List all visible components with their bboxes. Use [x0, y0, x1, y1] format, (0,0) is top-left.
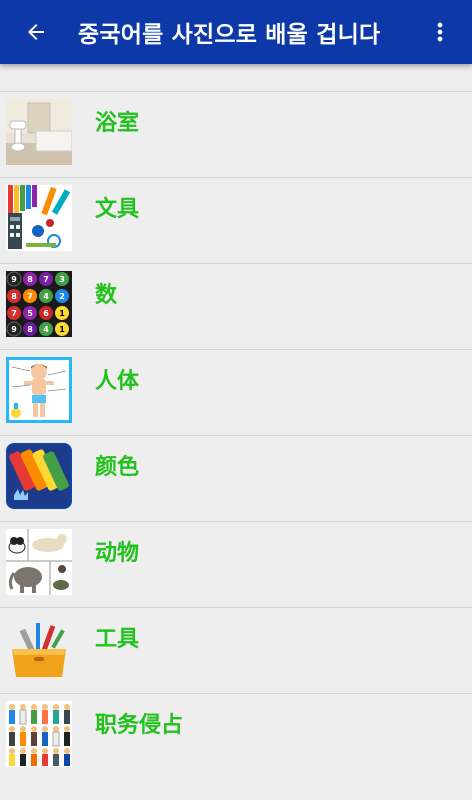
back-button[interactable] — [18, 16, 54, 48]
svg-text:1: 1 — [59, 309, 65, 318]
svg-text:7: 7 — [43, 275, 49, 284]
svg-text:1: 1 — [59, 325, 65, 334]
more-vert-icon — [437, 22, 443, 42]
stationery-icon — [6, 185, 72, 251]
arrow-left-icon — [28, 24, 44, 40]
svg-text:6: 6 — [43, 309, 49, 318]
list-item-occupations[interactable]: 职务侵占 — [0, 693, 472, 779]
category-label: 工具 — [95, 627, 140, 652]
overflow-menu-button[interactable] — [428, 16, 452, 48]
svg-text:4: 4 — [43, 325, 49, 334]
svg-text:8: 8 — [11, 292, 17, 301]
category-label: 颜色 — [95, 455, 140, 480]
svg-text:8: 8 — [27, 275, 33, 284]
svg-text:9: 9 — [11, 275, 17, 284]
category-label: 浴室 — [95, 111, 140, 136]
category-label: 数 — [95, 283, 118, 308]
svg-text:9: 9 — [11, 325, 17, 334]
bathroom-icon — [6, 99, 72, 165]
animals-icon — [6, 529, 72, 595]
human-body-icon — [6, 357, 72, 423]
list-item-human-body[interactable]: 人体 — [0, 349, 472, 435]
list-item-colors[interactable]: 颜色 — [0, 435, 472, 521]
svg-text:7: 7 — [27, 292, 33, 301]
list-item-bathroom[interactable]: 浴室 — [0, 91, 472, 177]
list-item-stationery[interactable]: 文具 — [0, 177, 472, 263]
category-list: 浴室 文具 9 8 7 3 8 7 4 2 7 5 6 1 9 8 4 1 数 … — [0, 91, 472, 779]
numbers-icon: 9 8 7 3 8 7 4 2 7 5 6 1 9 8 4 1 — [6, 271, 72, 337]
category-label: 文具 — [95, 197, 140, 222]
list-item-numbers[interactable]: 9 8 7 3 8 7 4 2 7 5 6 1 9 8 4 1 数 — [0, 263, 472, 349]
list-item-animals[interactable]: 动物 — [0, 521, 472, 607]
svg-text:4: 4 — [43, 292, 49, 301]
page-title: 중국어를 사진으로 배울 겁니다 — [78, 22, 381, 48]
list-item-tools[interactable]: 工具 — [0, 607, 472, 693]
category-label: 动物 — [95, 541, 140, 566]
app-bar: 중국어를 사진으로 배울 겁니다 — [0, 0, 472, 64]
svg-text:2: 2 — [59, 292, 65, 301]
svg-text:7: 7 — [11, 309, 17, 318]
category-label: 人体 — [95, 369, 140, 394]
svg-text:5: 5 — [27, 309, 33, 318]
colors-icon — [6, 443, 72, 509]
svg-text:3: 3 — [59, 275, 65, 284]
category-label: 职务侵占 — [95, 713, 184, 738]
occupations-icon — [6, 701, 72, 767]
svg-text:8: 8 — [27, 325, 33, 334]
tools-icon — [6, 615, 72, 681]
